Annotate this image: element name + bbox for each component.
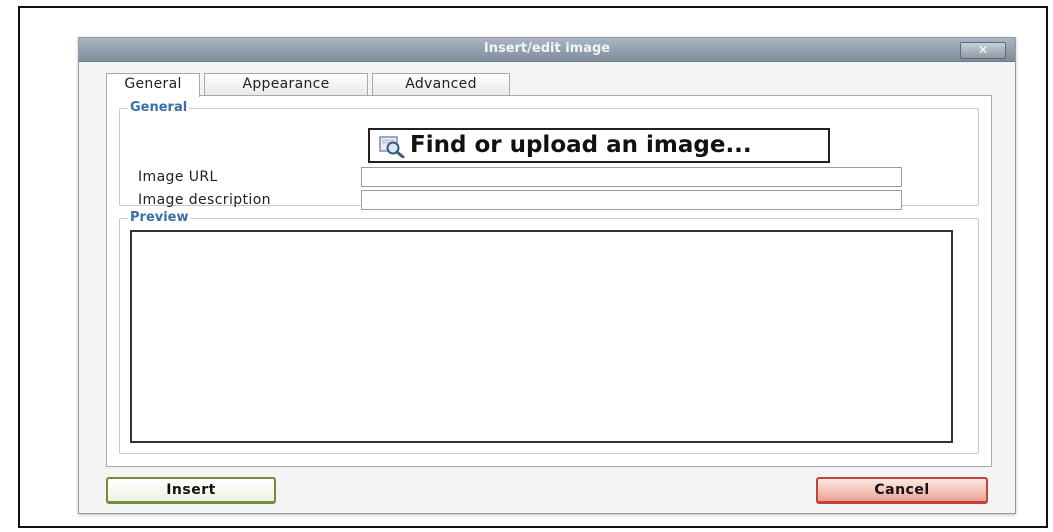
insert-edit-image-dialog: Insert/edit image ✕ General Appearance A… — [78, 37, 1016, 514]
search-image-icon — [379, 136, 405, 158]
find-upload-image-button[interactable]: Find or upload an image... — [368, 128, 830, 163]
preview-fieldset: Preview — [119, 210, 979, 454]
general-fieldset: General Find or upload an image... Image… — [119, 100, 979, 210]
dialog-title: Insert/edit image — [483, 41, 611, 56]
tab-advanced[interactable]: Advanced — [372, 73, 510, 95]
cancel-button-label: Cancel — [874, 482, 930, 498]
tab-general-label: General — [124, 76, 182, 92]
tab-advanced-label: Advanced — [405, 76, 477, 92]
close-button[interactable]: ✕ — [960, 42, 1006, 59]
tab-general[interactable]: General — [106, 73, 200, 97]
general-legend: General — [128, 100, 190, 115]
image-url-input[interactable] — [361, 167, 902, 187]
insert-button[interactable]: Insert — [106, 477, 276, 504]
tab-appearance[interactable]: Appearance — [204, 73, 368, 95]
tab-appearance-label: Appearance — [242, 76, 330, 92]
dialog-titlebar[interactable]: Insert/edit image ✕ — [79, 38, 1015, 62]
cancel-button[interactable]: Cancel — [816, 477, 988, 504]
close-icon: ✕ — [977, 43, 989, 57]
image-url-label: Image URL — [138, 169, 218, 185]
image-description-label: Image description — [138, 192, 271, 208]
find-upload-image-label: Find or upload an image... — [410, 132, 752, 158]
general-tab-panel: General Find or upload an image... Image… — [106, 95, 992, 467]
image-preview-area — [130, 230, 953, 443]
preview-legend: Preview — [128, 210, 191, 225]
image-description-input[interactable] — [361, 190, 902, 210]
insert-button-label: Insert — [166, 482, 216, 498]
